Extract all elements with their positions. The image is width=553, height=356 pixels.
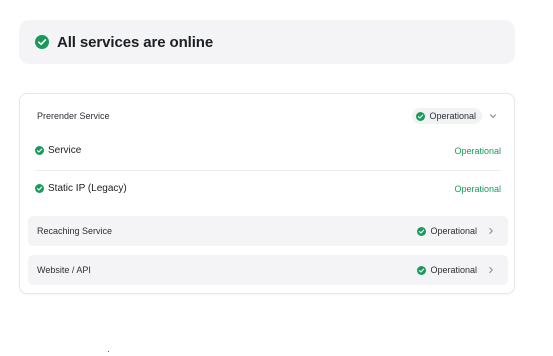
check-circle-icon (416, 111, 426, 121)
chevron-down-icon[interactable] (488, 111, 498, 121)
chevron-right-icon[interactable] (486, 226, 496, 236)
check-circle-icon (35, 146, 44, 155)
subservice-row: Service Operational (35, 132, 501, 169)
check-circle-icon (35, 184, 44, 193)
subservice-label: Service (48, 145, 82, 156)
services-card: Prerender Service Operational Service Op… (19, 93, 515, 294)
check-circle-icon (35, 35, 49, 49)
service-label: Website / API (37, 265, 91, 275)
service-label: Recaching Service (37, 226, 113, 236)
service-status: Operational (430, 226, 477, 236)
group-label: Prerender Service (37, 111, 110, 121)
subservice-status: Operational (454, 145, 501, 156)
service-row-recaching-service[interactable]: Recaching Service Operational (28, 216, 508, 246)
overall-status-banner: All services are online (19, 20, 515, 64)
service-row-website-api[interactable]: Website / API Operational (28, 255, 508, 285)
stray-pixel (108, 351, 109, 352)
subservice-label: Static IP (Legacy) (48, 183, 127, 194)
status-badge: Operational (412, 108, 482, 124)
status-badge-text: Operational (429, 111, 476, 121)
subservice-left: Service (35, 145, 81, 156)
chevron-right-icon[interactable] (486, 265, 496, 275)
group-status-cluster: Operational (412, 108, 498, 124)
subservice-status: Operational (454, 183, 501, 194)
check-circle-icon (417, 265, 427, 275)
service-status-cluster: Operational (417, 226, 496, 236)
subservice-left: Static IP (Legacy) (35, 183, 127, 194)
check-circle-icon (417, 226, 427, 236)
service-status: Operational (430, 265, 477, 275)
overall-status-title: All services are online (57, 33, 214, 51)
status-page: All services are online Prerender Servic… (0, 0, 553, 356)
service-status-cluster: Operational (417, 265, 496, 275)
subservice-row: Static IP (Legacy) Operational (35, 170, 501, 207)
